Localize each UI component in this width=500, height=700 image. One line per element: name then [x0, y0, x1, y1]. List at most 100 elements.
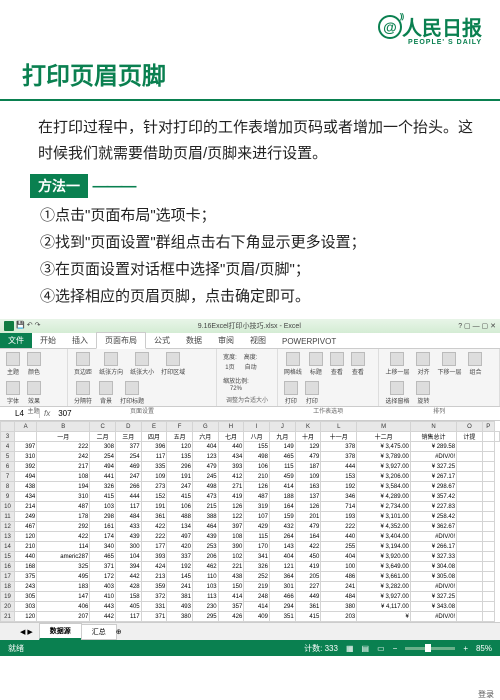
ribbon-btn[interactable]: 上移一层	[383, 351, 411, 377]
sheet-tab[interactable]: 汇总	[81, 624, 117, 640]
cell[interactable]: 326	[90, 482, 116, 492]
cell[interactable]: 434	[15, 492, 37, 502]
cell[interactable]: 294	[269, 602, 295, 612]
cell[interactable]: 264	[269, 532, 295, 542]
ribbon-btn[interactable]: 网格线	[282, 351, 304, 377]
ribbon-tab-0[interactable]: 文件	[0, 333, 32, 348]
row-header[interactable]: 17	[1, 572, 15, 582]
cell[interactable]: 158	[115, 592, 141, 602]
cell[interactable]: 120	[15, 532, 37, 542]
cell[interactable]: 145	[167, 572, 193, 582]
cell[interactable]: 300	[115, 542, 141, 552]
header-cell[interactable]: 十二月	[357, 432, 411, 442]
cell[interactable]: 498	[192, 482, 218, 492]
ribbon-btn[interactable]: 分隔符	[72, 380, 94, 406]
row-header[interactable]: 14	[1, 542, 15, 552]
cell[interactable]: 115	[269, 462, 295, 472]
cell[interactable]: ¥ 3,584.00	[357, 482, 411, 492]
cell[interactable]: 102	[218, 552, 244, 562]
cell[interactable]: 120	[167, 442, 193, 452]
view-break-icon[interactable]: ▭	[377, 644, 385, 653]
cell[interactable]: 409	[244, 612, 270, 622]
cell[interactable]	[457, 482, 483, 492]
cell[interactable]: 252	[244, 572, 270, 582]
cell[interactable]	[457, 562, 483, 572]
ribbon-tab-1[interactable]: 开始	[32, 333, 64, 348]
header-cell[interactable]: 十月	[295, 432, 321, 442]
cell[interactable]: 404	[192, 442, 218, 452]
cell[interactable]: 215	[192, 502, 218, 512]
cell[interactable]: 440	[15, 552, 37, 562]
cell[interactable]: 305	[15, 592, 37, 602]
worksheet-grid[interactable]: ABCDEFGHIJKLMNOP3一月二月三月四月五月六月七月八月九月十月十一月…	[0, 421, 500, 622]
cell[interactable]: 341	[244, 552, 270, 562]
cell[interactable]: ¥ 258.42	[410, 512, 456, 522]
ribbon-btn[interactable]: 字体	[4, 380, 22, 406]
cell[interactable]: 381	[167, 592, 193, 602]
cell[interactable]: 412	[218, 472, 244, 482]
cell[interactable]: 325	[37, 562, 90, 572]
cell[interactable]: 340	[90, 542, 116, 552]
cell[interactable]: 479	[295, 452, 321, 462]
name-box[interactable]: L4	[0, 409, 40, 418]
cell[interactable]: 187	[295, 462, 321, 472]
qat-undo-icon[interactable]: ↶	[27, 321, 33, 331]
cell[interactable]: 253	[192, 542, 218, 552]
cell[interactable]: 273	[141, 482, 167, 492]
cell[interactable]: 495	[37, 572, 90, 582]
col-header[interactable]: L	[321, 422, 357, 432]
cell[interactable]: 310	[15, 452, 37, 462]
fx-icon[interactable]: fx	[40, 409, 54, 418]
cell[interactable]: 388	[192, 512, 218, 522]
cell[interactable]: 172	[90, 572, 116, 582]
cell[interactable]: 473	[192, 492, 218, 502]
cell[interactable]: 210	[244, 472, 270, 482]
cell[interactable]: 442	[90, 612, 116, 622]
cell[interactable]: ¥ 3,475.00	[357, 442, 411, 452]
cell[interactable]: ¥ 3,920.00	[357, 552, 411, 562]
cell[interactable]: 135	[167, 452, 193, 462]
cell[interactable]: #DIV/0!	[410, 452, 456, 462]
row-header[interactable]: 21	[1, 612, 15, 622]
cell[interactable]: 403	[90, 582, 116, 592]
cell[interactable]: ¥ 4,117.00	[357, 602, 411, 612]
cell[interactable]: 415	[90, 492, 116, 502]
cell[interactable]: 487	[244, 492, 270, 502]
cell[interactable]: 214	[15, 502, 37, 512]
cell[interactable]: 397	[15, 442, 37, 452]
cell[interactable]: 405	[115, 602, 141, 612]
cell[interactable]	[482, 572, 494, 582]
cell[interactable]: 109	[141, 472, 167, 482]
cell[interactable]: 392	[15, 462, 37, 472]
row-header[interactable]: 6	[1, 462, 15, 472]
cell[interactable]: 434	[218, 452, 244, 462]
cell[interactable]: 337	[167, 552, 193, 562]
cell[interactable]: 120	[15, 612, 37, 622]
row-header[interactable]: 12	[1, 522, 15, 532]
cell[interactable]: 414	[218, 592, 244, 602]
cell[interactable]	[482, 462, 494, 472]
cell[interactable]: 479	[192, 462, 218, 472]
ribbon-btn[interactable]: 背景	[97, 380, 115, 406]
cell[interactable]: 301	[269, 582, 295, 592]
cell[interactable]: 292	[37, 522, 90, 532]
header-cell[interactable]: 四月	[141, 432, 167, 442]
cell[interactable]	[482, 482, 494, 492]
cell[interactable]	[457, 582, 483, 592]
cell[interactable]: 441	[90, 472, 116, 482]
cell[interactable]: 117	[141, 452, 167, 462]
header-cell[interactable]: 六月	[192, 432, 218, 442]
cell[interactable]: 159	[269, 512, 295, 522]
ribbon-tab-5[interactable]: 数据	[178, 333, 210, 348]
cell[interactable]: 241	[321, 582, 357, 592]
cell[interactable]	[457, 472, 483, 482]
cell[interactable]: 361	[295, 602, 321, 612]
cell[interactable]: 249	[15, 512, 37, 522]
col-header[interactable]: A	[15, 422, 37, 432]
cell[interactable]: 420	[167, 542, 193, 552]
cell[interactable]: 380	[167, 612, 193, 622]
col-header[interactable]	[1, 422, 15, 432]
header-cell[interactable]: 一月	[37, 432, 90, 442]
cell[interactable]: 129	[295, 442, 321, 452]
col-header[interactable]: D	[115, 422, 141, 432]
